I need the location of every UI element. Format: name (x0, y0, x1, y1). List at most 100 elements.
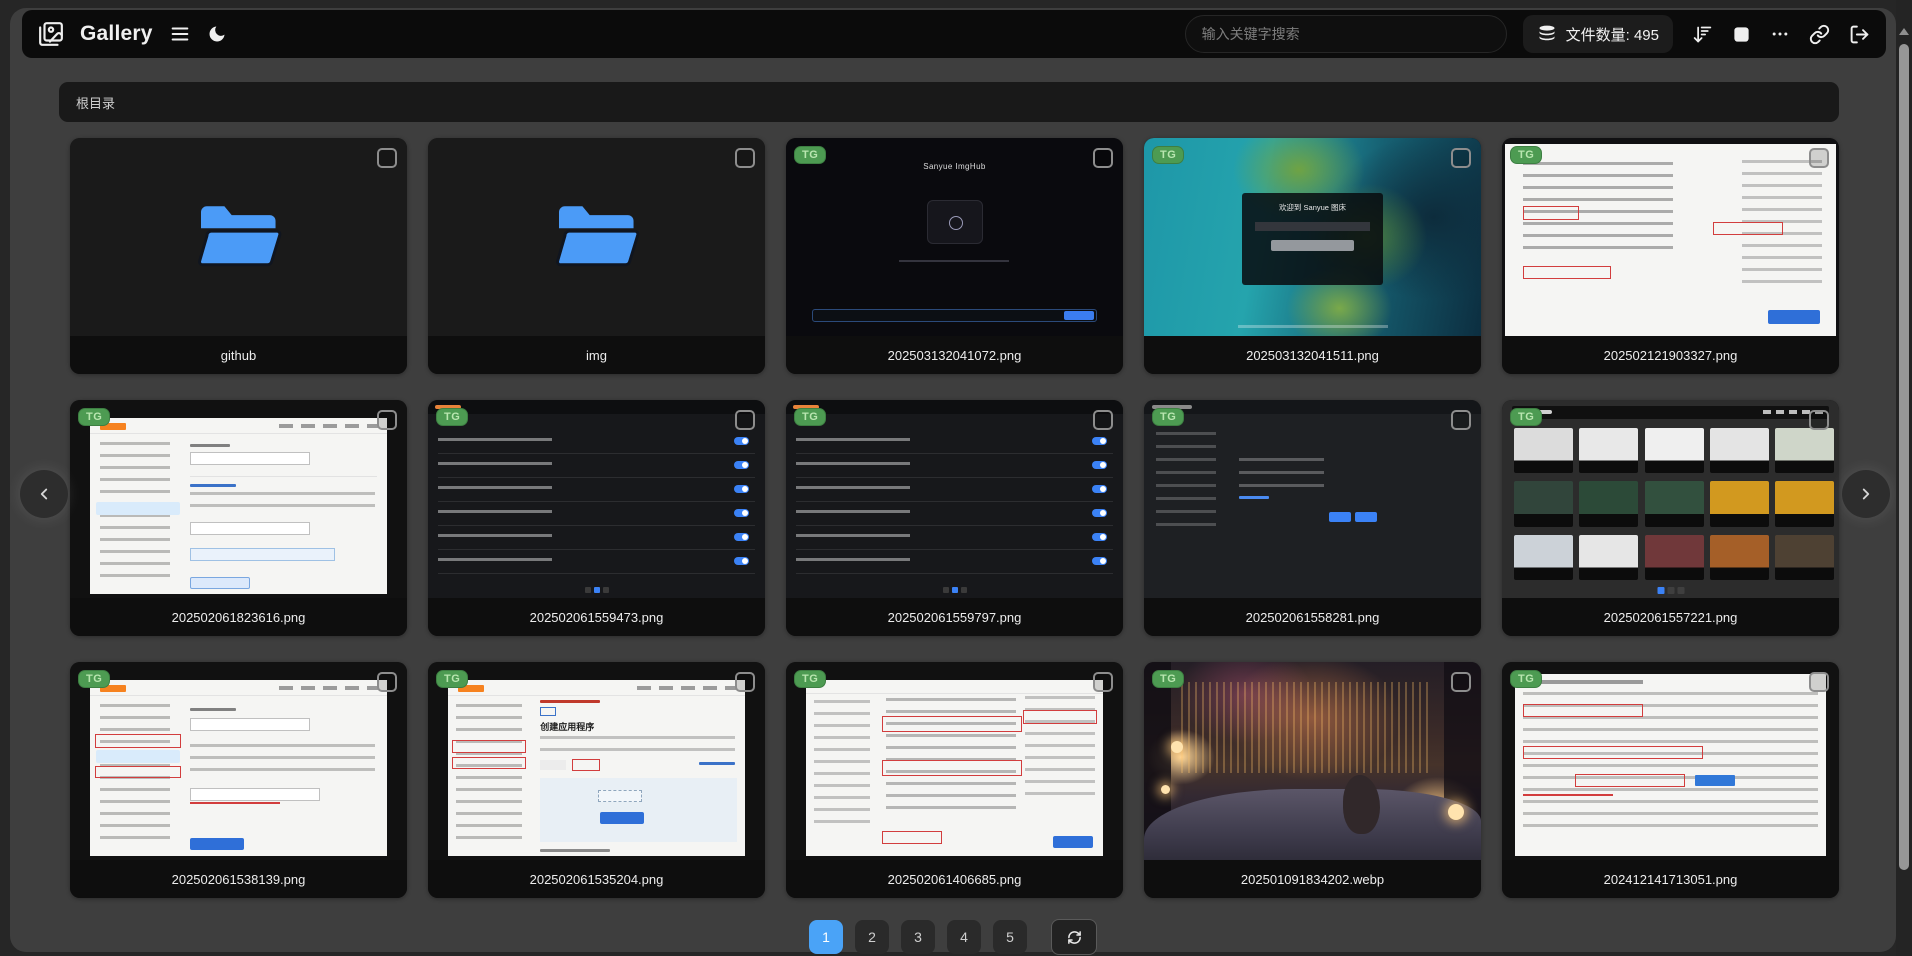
image-card[interactable]: 欢迎到 Sanyue 图床 TG 202503132041511.png (1144, 138, 1481, 374)
thumbnail-art: 创建应用程序 (428, 662, 765, 860)
gallery-logo-icon (38, 21, 64, 47)
page-button-1[interactable]: 1 (809, 920, 843, 954)
page-button-3[interactable]: 3 (901, 920, 935, 954)
file-name-label: 202502061557221.png (1502, 598, 1839, 636)
thumbnail-art (1502, 400, 1839, 598)
thumbnail-art (1144, 662, 1481, 860)
select-square-icon[interactable] (1732, 25, 1751, 44)
image-thumbnail[interactable]: TG (1144, 400, 1481, 598)
select-checkbox[interactable] (1809, 672, 1829, 692)
tg-badge: TG (1152, 146, 1185, 164)
select-checkbox[interactable] (735, 410, 755, 430)
file-name-label: 202502061406685.png (786, 860, 1123, 898)
search-input[interactable] (1184, 15, 1507, 53)
file-name-label: 202503132041072.png (786, 336, 1123, 374)
folder-card[interactable]: img (428, 138, 765, 374)
select-checkbox[interactable] (377, 672, 397, 692)
folder-icon (70, 138, 407, 336)
file-count-pill: 文件数量: 495 (1522, 15, 1673, 53)
select-checkbox[interactable] (1809, 410, 1829, 430)
image-thumbnail[interactable]: TG (70, 662, 407, 860)
image-card[interactable]: TG 202502061559797.png (786, 400, 1123, 636)
file-name-label: 202502061535204.png (428, 860, 765, 898)
image-card[interactable]: TG 202502121903327.png (1502, 138, 1839, 374)
image-thumbnail[interactable]: TG (70, 400, 407, 598)
image-thumbnail[interactable]: Sanyue ImgHub TG (786, 138, 1123, 336)
thumbnail-art (1502, 138, 1839, 336)
scrollbar-up-arrow[interactable] (1899, 28, 1909, 35)
select-checkbox[interactable] (1451, 148, 1471, 168)
image-thumbnail[interactable]: TG (1502, 138, 1839, 336)
image-thumbnail[interactable]: TG (1502, 662, 1839, 860)
thumbnail-art (1502, 662, 1839, 860)
tg-badge: TG (436, 408, 469, 426)
file-name-label: 202502061538139.png (70, 860, 407, 898)
image-card[interactable]: TG 202501091834202.webp (1144, 662, 1481, 898)
select-checkbox[interactable] (1809, 148, 1829, 168)
breadcrumb[interactable]: 根目录 (59, 82, 1839, 122)
select-checkbox[interactable] (1093, 410, 1113, 430)
image-thumbnail[interactable]: TG (1502, 400, 1839, 598)
tg-badge: TG (794, 670, 827, 688)
folder-thumbnail[interactable] (428, 138, 765, 336)
navbar-left-group: Gallery (38, 21, 227, 47)
image-thumbnail[interactable]: TG (786, 662, 1123, 860)
image-thumbnail[interactable]: 欢迎到 Sanyue 图床 TG (1144, 138, 1481, 336)
select-checkbox[interactable] (1093, 672, 1113, 692)
image-card[interactable]: 创建应用程序 TG 202502061535204.png (428, 662, 765, 898)
next-page-arrow[interactable] (1842, 470, 1890, 518)
folder-thumbnail[interactable] (70, 138, 407, 336)
image-card[interactable]: TG 202502061558281.png (1144, 400, 1481, 636)
tg-badge: TG (1510, 670, 1543, 688)
select-checkbox[interactable] (377, 148, 397, 168)
folder-card[interactable]: github (70, 138, 407, 374)
image-card[interactable]: TG 202502061557221.png (1502, 400, 1839, 636)
sort-desc-icon[interactable] (1692, 24, 1713, 45)
navbar-actions (1692, 24, 1870, 45)
file-name-label: 202501091834202.webp (1144, 860, 1481, 898)
select-checkbox[interactable] (735, 672, 755, 692)
logout-icon[interactable] (1849, 24, 1870, 45)
image-card[interactable]: TG 202502061823616.png (70, 400, 407, 636)
thumbnail-art: 欢迎到 Sanyue 图床 (1144, 138, 1481, 336)
tg-badge: TG (794, 146, 827, 164)
file-name-label: 202502061558281.png (1144, 598, 1481, 636)
image-card[interactable]: TG 202502061538139.png (70, 662, 407, 898)
moon-icon[interactable] (207, 24, 227, 44)
select-checkbox[interactable] (1451, 410, 1471, 430)
scrollbar[interactable] (1896, 0, 1912, 956)
file-name-label: 202502121903327.png (1502, 336, 1839, 374)
ellipsis-icon[interactable] (1770, 24, 1790, 44)
image-thumbnail[interactable]: TG (1144, 662, 1481, 860)
image-thumbnail[interactable]: TG (428, 400, 765, 598)
image-thumbnail[interactable]: 创建应用程序 TG (428, 662, 765, 860)
tg-badge: TG (436, 670, 469, 688)
link-icon[interactable] (1809, 24, 1830, 45)
select-checkbox[interactable] (1093, 148, 1113, 168)
tg-badge: TG (1152, 670, 1185, 688)
prev-page-arrow[interactable] (20, 470, 68, 518)
select-checkbox[interactable] (735, 148, 755, 168)
top-navbar: Gallery 文件数量: 495 (22, 10, 1886, 58)
scrollbar-thumb[interactable] (1899, 44, 1909, 870)
page-button-5[interactable]: 5 (993, 920, 1027, 954)
refresh-button[interactable] (1051, 919, 1097, 955)
tg-badge: TG (1152, 408, 1185, 426)
hamburger-menu-icon[interactable] (169, 23, 191, 45)
pagination: 1 2 3 4 5 (10, 919, 1896, 955)
image-card[interactable]: TG 202502061406685.png (786, 662, 1123, 898)
image-card[interactable]: Sanyue ImgHub TG 202503132041072.png (786, 138, 1123, 374)
image-thumbnail[interactable]: TG (786, 400, 1123, 598)
tg-badge: TG (1510, 146, 1543, 164)
page-button-2[interactable]: 2 (855, 920, 889, 954)
breadcrumb-root[interactable]: 根目录 (76, 93, 115, 112)
app-container: Gallery 文件数量: 495 (10, 8, 1896, 955)
tg-badge: TG (78, 408, 111, 426)
database-icon (1537, 24, 1557, 44)
select-checkbox[interactable] (377, 410, 397, 430)
page-button-4[interactable]: 4 (947, 920, 981, 954)
image-card[interactable]: TG 202502061559473.png (428, 400, 765, 636)
select-checkbox[interactable] (1451, 672, 1471, 692)
image-card[interactable]: TG 202412141713051.png (1502, 662, 1839, 898)
folder-name-label: github (70, 336, 407, 374)
